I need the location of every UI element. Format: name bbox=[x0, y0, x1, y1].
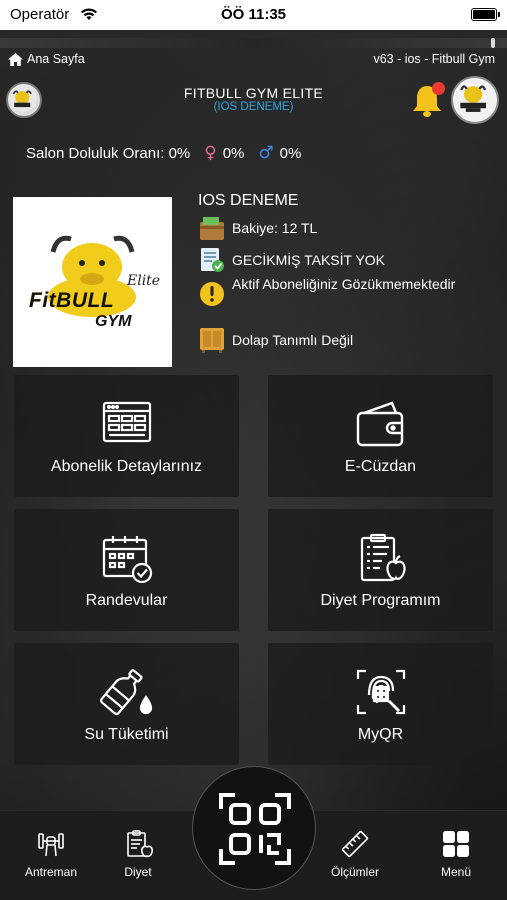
tile-label: MyQR bbox=[357, 726, 404, 743]
member-name: IOS DENEME bbox=[198, 192, 299, 209]
nav-measurements[interactable]: Ölçümler bbox=[320, 829, 390, 879]
logo-tag: Elite bbox=[127, 273, 161, 289]
locker-row: Dolap Tanımlı Değil bbox=[198, 326, 353, 354]
balance-row: Bakiye: 12 TL bbox=[198, 214, 317, 242]
home-icon bbox=[8, 52, 23, 66]
male-icon: ♂ bbox=[258, 143, 274, 163]
tile-myqr[interactable]: MyQR bbox=[268, 643, 493, 765]
tile-label: E-Cüzdan bbox=[344, 458, 417, 475]
battery-icon bbox=[471, 8, 500, 21]
locker-icon bbox=[200, 328, 224, 353]
tile-label: Diyet Programım bbox=[320, 592, 441, 609]
browser-icon bbox=[102, 401, 151, 443]
status-time: ÖÖ 11:35 bbox=[220, 6, 287, 23]
locker-text: Dolap Tanımlı Değil bbox=[232, 332, 354, 348]
female-icon: ♀ bbox=[204, 143, 217, 163]
nav-label: Menü bbox=[440, 865, 472, 879]
nav-menu[interactable]: Menü bbox=[421, 829, 491, 879]
qr-code-icon bbox=[219, 793, 291, 865]
water-bottle-icon bbox=[99, 668, 152, 716]
notification-badge bbox=[432, 82, 445, 95]
scroll-indicator bbox=[491, 38, 495, 48]
ruler-icon bbox=[341, 830, 369, 858]
tile-subscription-details[interactable]: Abonelik Detaylarınız bbox=[14, 375, 239, 497]
nav-label: Ölçümler bbox=[330, 865, 379, 879]
profile-logo-image: FitBULL Elite GYM bbox=[13, 197, 172, 367]
nav-training[interactable]: Antreman bbox=[16, 829, 86, 879]
nav-label: Diyet bbox=[124, 865, 152, 879]
calendar-check-icon bbox=[102, 536, 152, 583]
dumbbell-icon bbox=[38, 833, 64, 857]
tile-label: Randevular bbox=[85, 592, 168, 609]
clipboard-icon bbox=[127, 830, 153, 858]
logo-word-1: FitBULL bbox=[29, 289, 115, 312]
tile-label: Abonelik Detaylarınız bbox=[50, 458, 203, 475]
version-label: v63 - ios - Fitbull Gym bbox=[373, 52, 495, 66]
subscription-row: Aktif Aboneliğiniz Gözükmemektedir bbox=[198, 276, 456, 306]
tile-label: Su Tüketimi bbox=[84, 726, 169, 743]
logo-word-2: GYM bbox=[95, 313, 132, 330]
breadcrumb[interactable]: Ana Sayfa bbox=[8, 52, 85, 66]
fingerprint-scan-icon bbox=[356, 669, 405, 715]
occupancy-label: Salon Doluluk Oranı: 0% bbox=[26, 144, 191, 162]
status-bar: Operatör ÖÖ 11:35 bbox=[0, 0, 507, 30]
balance-text: Bakiye: 12 TL bbox=[232, 220, 318, 236]
male-occupancy: 0% bbox=[279, 144, 302, 162]
wallet-icon bbox=[356, 401, 403, 447]
installment-text: GECİKMİŞ TAKSİT YOK bbox=[232, 252, 386, 268]
warning-icon bbox=[200, 282, 224, 306]
gym-logo-large[interactable] bbox=[451, 76, 499, 124]
qr-scan-button[interactable] bbox=[192, 766, 316, 890]
tile-e-wallet[interactable]: E-Cüzdan bbox=[268, 375, 493, 497]
installment-row: GECİKMİŞ TAKSİT YOK bbox=[198, 246, 385, 274]
invoice-icon bbox=[201, 248, 224, 272]
tile-diet-program[interactable]: Diyet Programım bbox=[268, 509, 493, 631]
tile-water-consumption[interactable]: Su Tüketimi bbox=[14, 643, 239, 765]
occupancy-bar: Salon Doluluk Oranı: 0% ♀ 0% ♂ 0% bbox=[26, 143, 301, 163]
grid-icon bbox=[443, 831, 469, 857]
subscription-text: Aktif Aboneliğiniz Gözükmemektedir bbox=[232, 276, 456, 292]
header-strip bbox=[0, 38, 507, 48]
breadcrumb-home-label: Ana Sayfa bbox=[27, 52, 85, 66]
clipboard-apple-icon bbox=[360, 533, 406, 582]
tile-appointments[interactable]: Randevular bbox=[14, 509, 239, 631]
money-wallet-icon bbox=[200, 217, 224, 240]
nav-label: Antreman bbox=[24, 865, 78, 879]
bull-logo-icon bbox=[453, 78, 494, 119]
nav-diet[interactable]: Diyet bbox=[103, 829, 173, 879]
female-occupancy: 0% bbox=[222, 144, 245, 162]
